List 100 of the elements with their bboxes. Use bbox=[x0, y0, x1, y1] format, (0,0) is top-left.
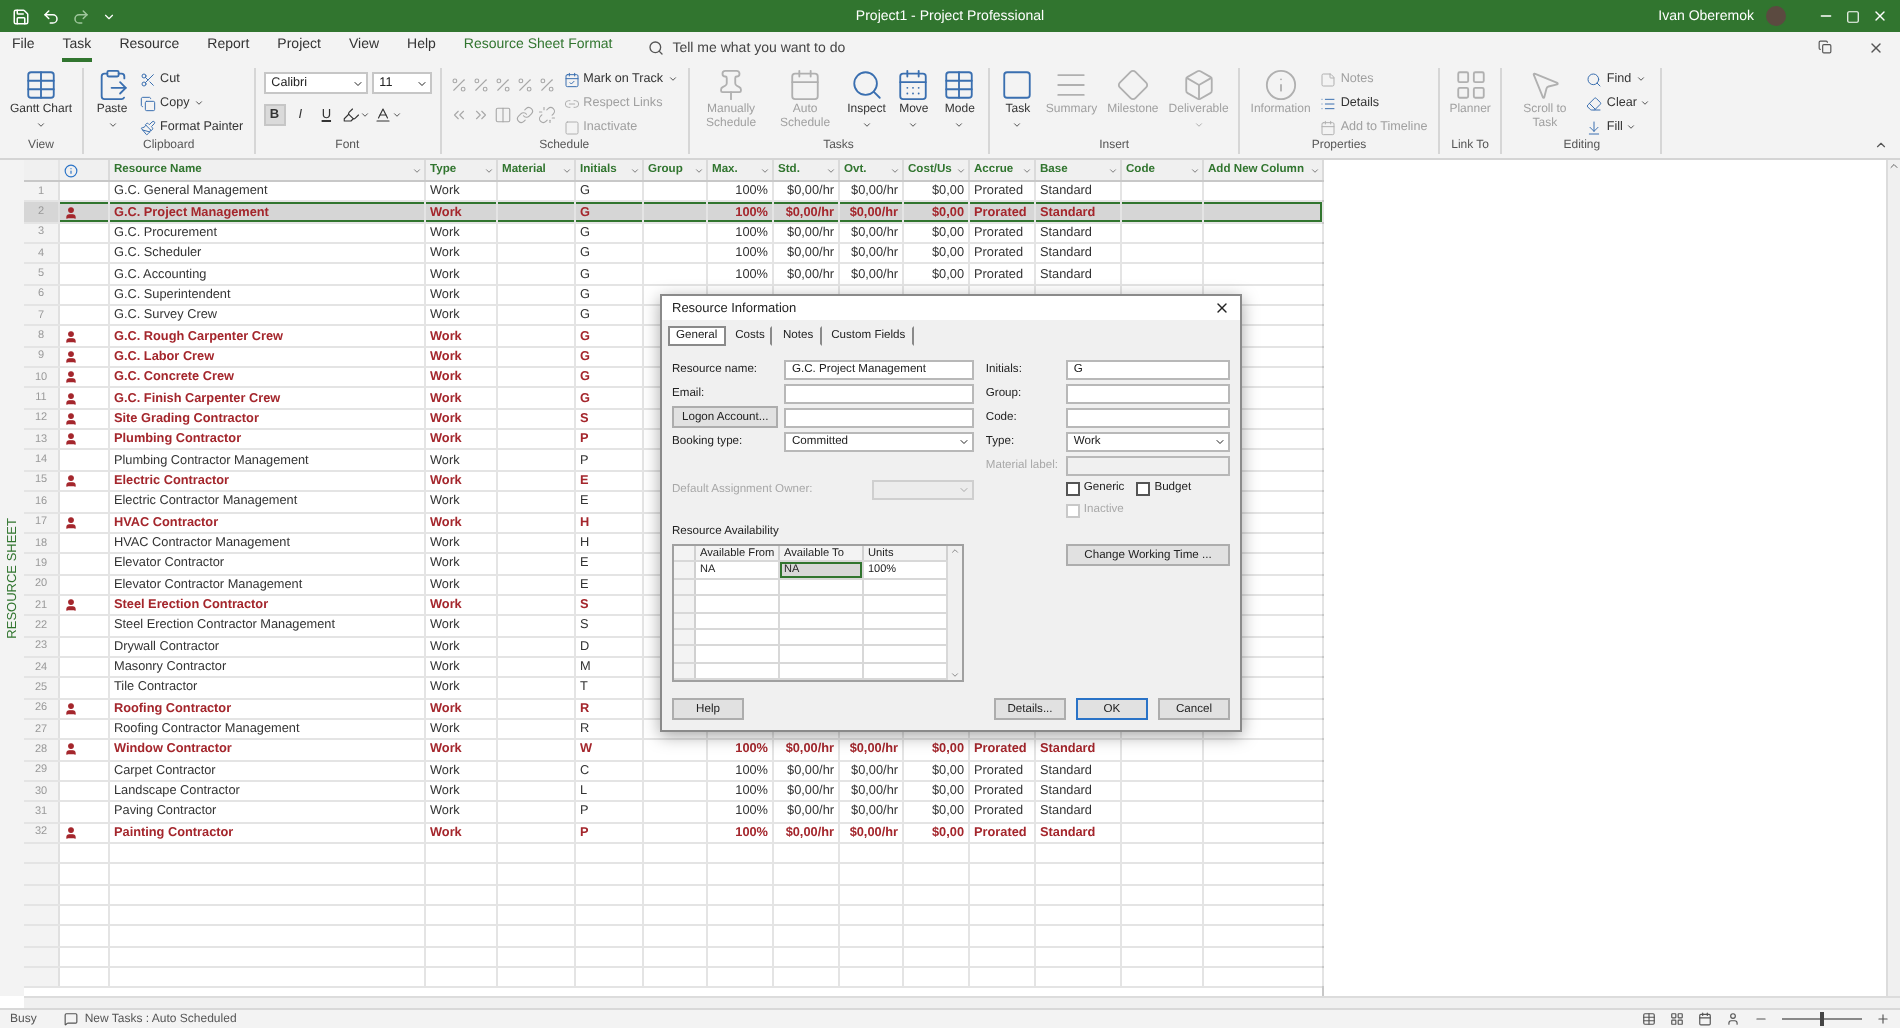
zoom-in-icon[interactable] bbox=[1876, 1012, 1890, 1026]
caret-icon[interactable] bbox=[1190, 165, 1200, 175]
font-color-icon bbox=[373, 105, 392, 123]
table-icon[interactable] bbox=[1642, 1012, 1656, 1026]
caret-icon[interactable] bbox=[760, 165, 770, 175]
percent-icon bbox=[471, 76, 490, 94]
person-icon bbox=[64, 598, 78, 613]
square-icon bbox=[563, 119, 580, 135]
link-icon bbox=[515, 106, 534, 124]
vertical-scrollbar[interactable] bbox=[1886, 160, 1900, 996]
person-icon bbox=[64, 825, 78, 840]
calendar-icon bbox=[788, 68, 823, 102]
grid-icon[interactable] bbox=[1670, 1012, 1684, 1026]
caret-icon[interactable] bbox=[351, 77, 364, 89]
caret-icon[interactable] bbox=[667, 74, 678, 84]
text-field[interactable] bbox=[784, 407, 974, 427]
person-icon bbox=[64, 349, 78, 364]
vertical-scrollbar[interactable] bbox=[948, 546, 962, 681]
person-icon[interactable] bbox=[1726, 1012, 1740, 1026]
caret-icon[interactable] bbox=[359, 109, 370, 119]
caret-icon[interactable] bbox=[107, 120, 118, 130]
caret-icon[interactable] bbox=[908, 120, 919, 130]
close-icon[interactable] bbox=[1868, 40, 1884, 56]
person-icon bbox=[64, 411, 78, 426]
caret-icon[interactable] bbox=[694, 165, 704, 175]
square-icon bbox=[1000, 68, 1035, 102]
caret-icon[interactable] bbox=[1640, 98, 1651, 108]
redo-icon[interactable] bbox=[72, 7, 90, 25]
caret-icon[interactable] bbox=[1310, 165, 1320, 175]
percent-icon bbox=[493, 76, 512, 94]
person-icon bbox=[64, 205, 78, 220]
search-icon bbox=[1586, 71, 1603, 87]
caret-icon[interactable] bbox=[1022, 165, 1032, 175]
caret-icon[interactable] bbox=[193, 98, 204, 108]
collapse-icon[interactable] bbox=[1874, 138, 1888, 152]
person-icon bbox=[64, 370, 78, 385]
scroll-down-icon[interactable] bbox=[950, 670, 960, 681]
checkbox[interactable] bbox=[1136, 481, 1151, 495]
table-icon bbox=[24, 68, 58, 102]
outdent-icon bbox=[449, 106, 468, 124]
save-icon[interactable] bbox=[12, 7, 30, 25]
clipboard-icon bbox=[95, 68, 130, 102]
text-field[interactable] bbox=[1065, 407, 1230, 427]
paintbrush-icon bbox=[140, 119, 157, 135]
ribbon-icon-button[interactable] bbox=[341, 103, 370, 125]
caret-icon[interactable] bbox=[36, 120, 46, 130]
columns-icon bbox=[493, 106, 512, 124]
caret-icon[interactable] bbox=[1214, 435, 1226, 447]
percent-icon bbox=[515, 76, 534, 94]
calendar-icon[interactable] bbox=[1698, 1012, 1712, 1026]
close-icon[interactable] bbox=[1214, 300, 1230, 316]
search-icon[interactable] bbox=[648, 40, 665, 56]
link-icon bbox=[563, 95, 580, 111]
box-icon bbox=[1181, 68, 1216, 102]
caret-icon[interactable] bbox=[1626, 122, 1637, 132]
caret-icon[interactable] bbox=[630, 165, 640, 175]
caret-icon[interactable] bbox=[391, 109, 402, 119]
maximize-icon[interactable] bbox=[1846, 9, 1860, 23]
caret-icon[interactable] bbox=[956, 165, 966, 175]
caret-icon[interactable] bbox=[890, 165, 900, 175]
scroll-up-icon[interactable] bbox=[950, 546, 960, 556]
zoom-out-icon[interactable] bbox=[1754, 1012, 1768, 1026]
caret-icon[interactable] bbox=[412, 165, 422, 175]
eraser-icon bbox=[1586, 95, 1603, 111]
message-icon[interactable] bbox=[64, 1012, 79, 1026]
percent-icon bbox=[449, 76, 468, 94]
person-icon bbox=[64, 473, 78, 488]
horizontal-scrollbar[interactable] bbox=[24, 996, 1900, 1008]
checkbox[interactable] bbox=[1065, 481, 1080, 495]
dropdown[interactable] bbox=[872, 479, 974, 499]
text-field[interactable] bbox=[1065, 383, 1230, 403]
person-icon bbox=[64, 432, 78, 447]
copy-icon bbox=[140, 95, 157, 111]
person-icon bbox=[64, 742, 78, 757]
caret-icon[interactable] bbox=[861, 120, 872, 130]
person-icon bbox=[64, 701, 78, 716]
text-field[interactable] bbox=[784, 383, 974, 403]
lines-icon bbox=[1054, 68, 1089, 102]
customize-icon[interactable] bbox=[102, 9, 116, 23]
caret-icon[interactable] bbox=[826, 165, 836, 175]
scroll-up-icon[interactable] bbox=[1888, 160, 1900, 172]
caret-icon[interactable] bbox=[954, 120, 965, 130]
caret-icon[interactable] bbox=[484, 165, 494, 175]
caret-icon[interactable] bbox=[957, 435, 970, 447]
table-icon bbox=[942, 68, 977, 102]
avatar[interactable] bbox=[1766, 6, 1786, 26]
caret-icon[interactable] bbox=[562, 165, 572, 175]
note-icon bbox=[1320, 71, 1337, 87]
calendar-icon bbox=[1320, 119, 1337, 135]
grid-icon bbox=[1453, 68, 1488, 102]
caret-icon[interactable] bbox=[415, 77, 428, 89]
caret-icon[interactable] bbox=[1012, 120, 1023, 130]
caret-icon[interactable] bbox=[1108, 165, 1118, 175]
caret-icon[interactable] bbox=[1635, 74, 1646, 84]
undo-icon[interactable] bbox=[42, 7, 60, 25]
percent-icon bbox=[537, 76, 556, 94]
text-field[interactable] bbox=[1065, 455, 1230, 475]
ribbon-icon-button[interactable] bbox=[373, 103, 402, 125]
restore-icon[interactable] bbox=[1818, 40, 1832, 54]
list-icon bbox=[1320, 95, 1337, 111]
